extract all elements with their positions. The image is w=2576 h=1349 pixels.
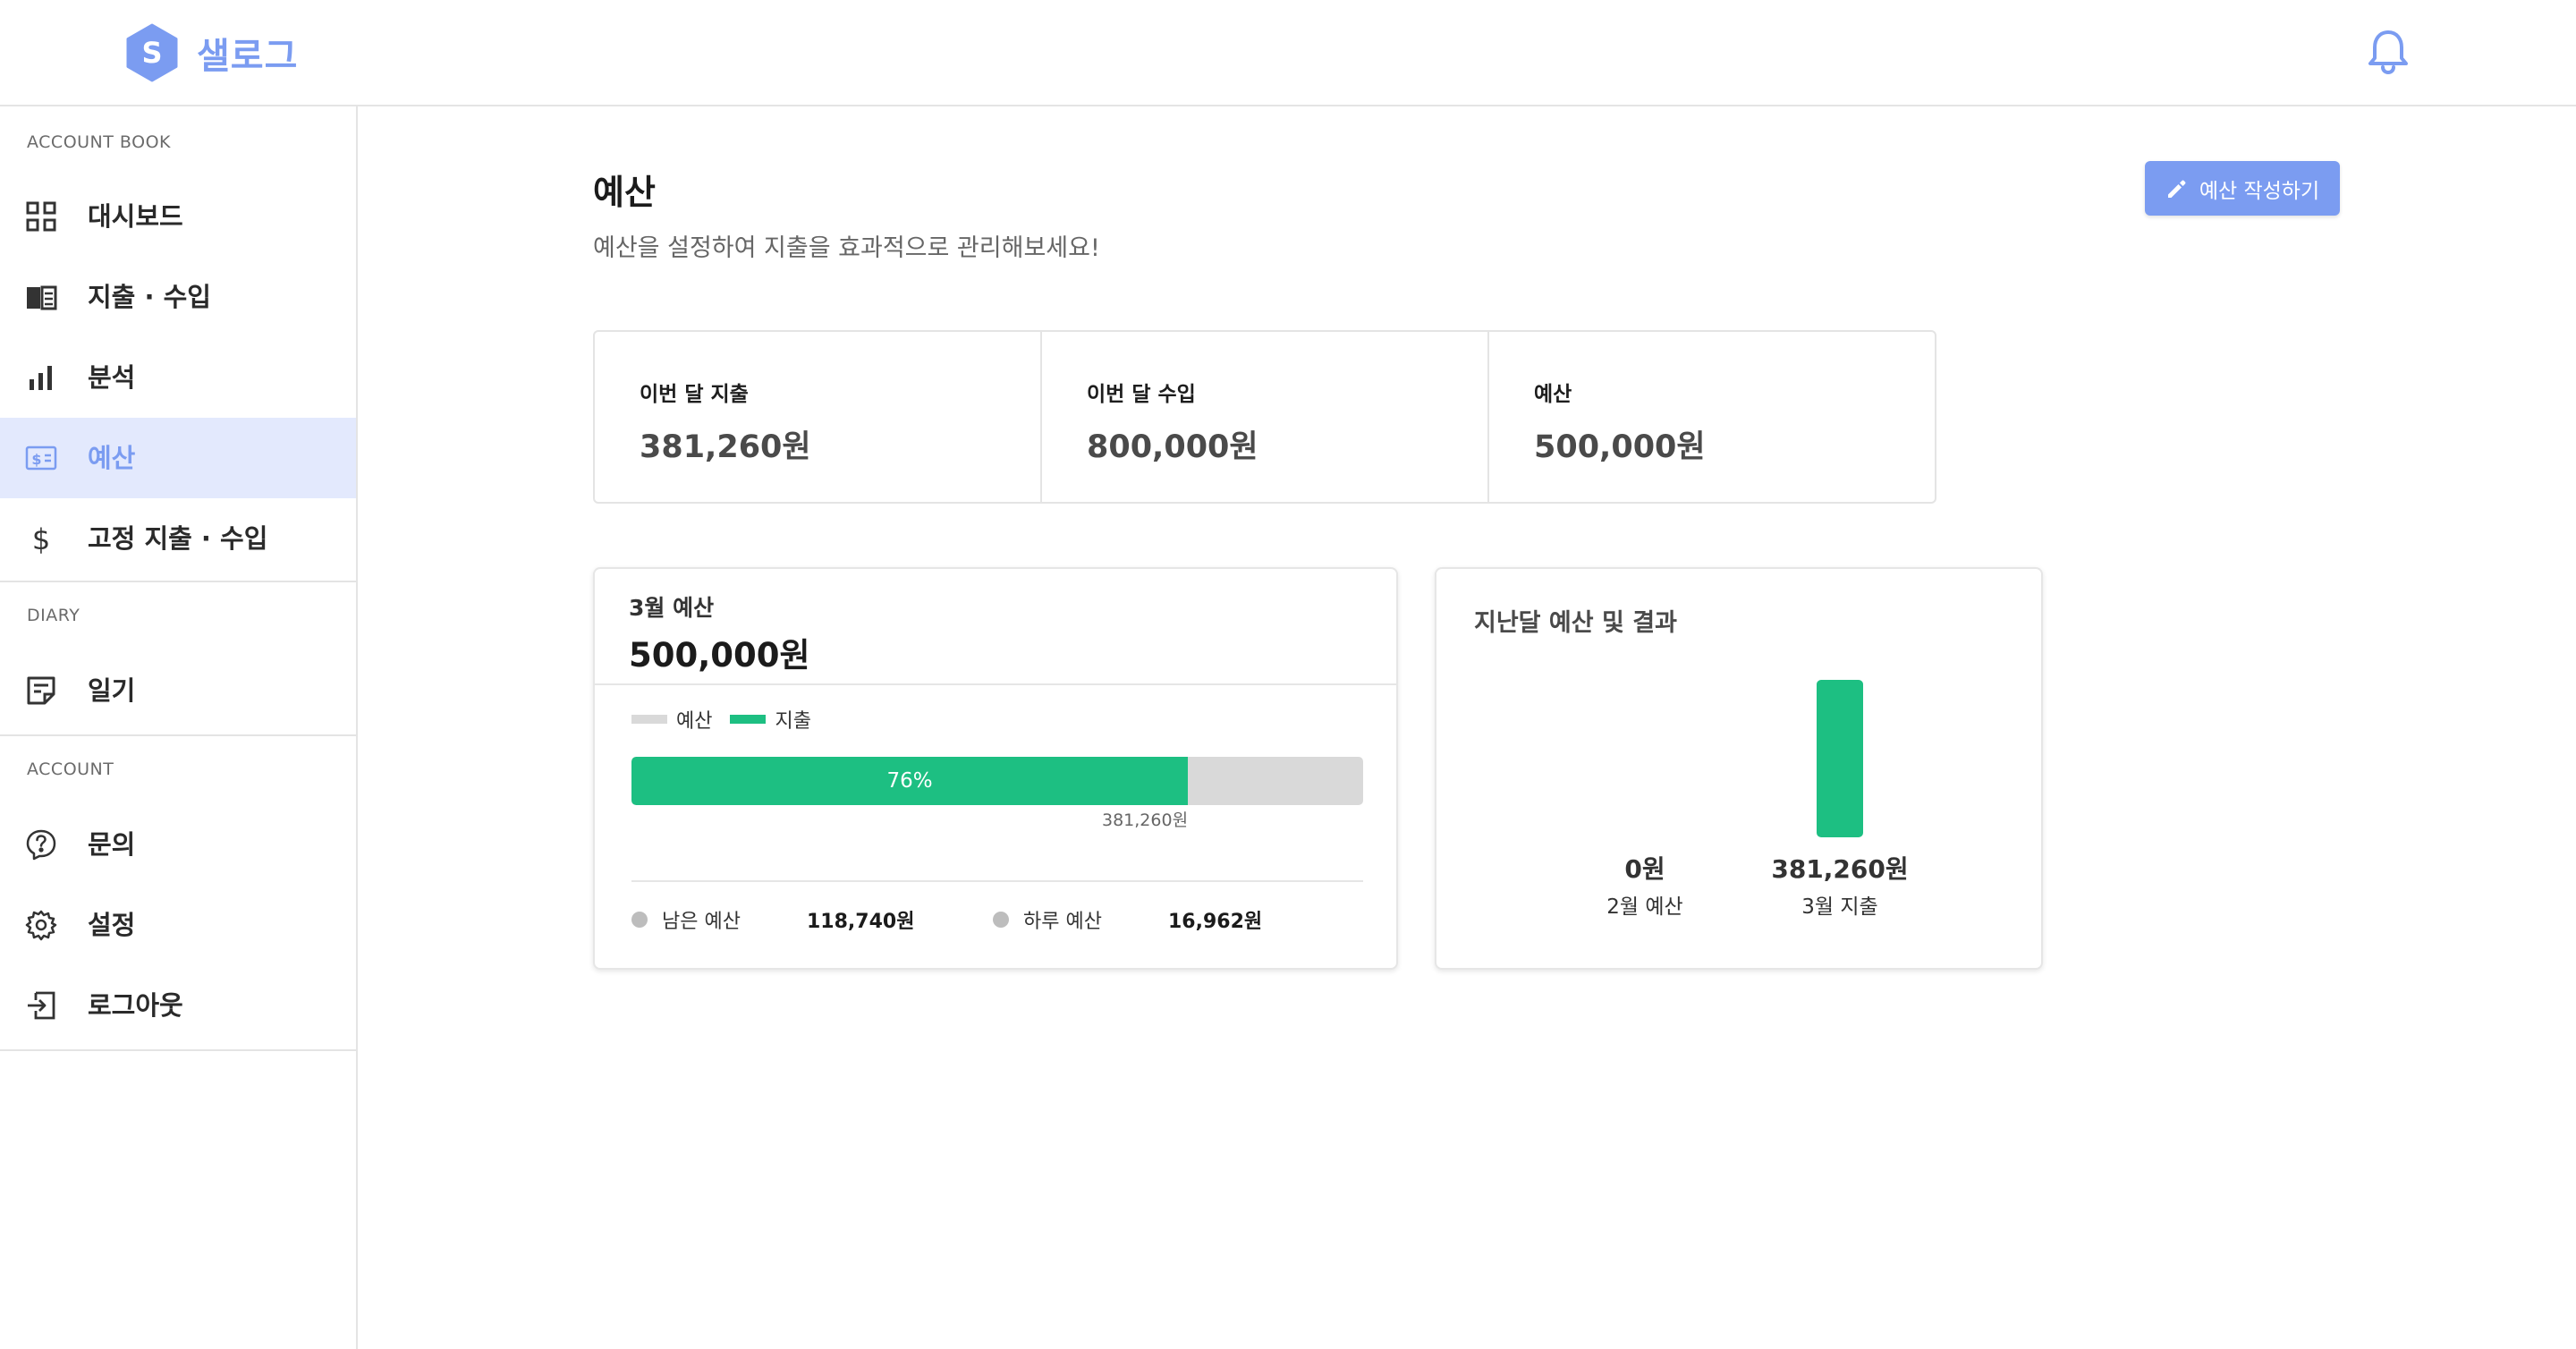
book-icon <box>27 285 57 310</box>
sidebar-item-label: 대시보드 <box>88 201 183 232</box>
sidebar-item-label: 로그아웃 <box>88 990 183 1021</box>
sidebar-item-label: 일기 <box>88 675 136 706</box>
brand-logo[interactable]: S 샐로그 <box>125 23 298 82</box>
sidebar-item-fixed-expense-income[interactable]: $ 고정 지출 · 수입 <box>0 498 356 579</box>
comparison-value: 381,260원 <box>1771 854 1909 884</box>
sidebar-section-diary: DIARY <box>27 606 80 625</box>
logo-letter: S <box>141 36 162 70</box>
bell-icon[interactable] <box>2363 27 2413 77</box>
daily-budget: 하루 예산 16,962원 <box>993 905 1262 934</box>
stat-value: 381,260원 <box>640 429 811 465</box>
page-subtitle: 예산을 설정하여 지출을 효과적으로 관리해보세요! <box>593 234 1100 262</box>
write-budget-button-label: 예산 작성하기 <box>2199 179 2320 203</box>
sidebar-item-label: 고정 지출 · 수입 <box>88 523 268 554</box>
sidebar-item-label: 분석 <box>88 362 136 393</box>
last-month-comparison-card: 지난달 예산 및 결과 0원 2월 예산 381,260원 3월 지출 <box>1435 567 2043 970</box>
pencil-icon <box>2167 180 2186 198</box>
sidebar-item-diary[interactable]: 일기 <box>0 650 356 731</box>
comparison-caption: 2월 예산 <box>1606 895 1683 919</box>
sidebar-item-analysis[interactable]: 분석 <box>0 337 356 418</box>
top-header: S 샐로그 <box>0 0 2576 106</box>
sidebar-item-label: 설정 <box>88 910 136 940</box>
budget-amount: 500,000원 <box>629 636 810 674</box>
spent-caption: 381,260원 <box>1102 810 1189 830</box>
comparison-title: 지난달 예산 및 결과 <box>1474 609 1677 637</box>
sidebar-item-inquiry[interactable]: 문의 <box>0 804 356 885</box>
budget-legend: 예산 지출 <box>631 705 829 734</box>
legend-swatch <box>631 715 667 724</box>
sidebar: ACCOUNT BOOK 대시보드 지출 · 수입 분석 $ 예산 $ 고정 지… <box>0 106 358 1349</box>
summary-label: 하루 예산 <box>1023 911 1102 933</box>
page-title: 예산 <box>593 173 656 212</box>
summary-value: 118,740원 <box>807 911 915 933</box>
stat-monthly-income: 이번 달 수입 800,000원 <box>1042 332 1489 502</box>
comparison-bar-mar-expense <box>1817 680 1863 837</box>
sidebar-section-account-book: ACCOUNT BOOK <box>27 132 171 152</box>
stat-value: 500,000원 <box>1534 429 1706 465</box>
dollar-icon: $ <box>32 522 50 555</box>
gear-icon <box>25 910 57 941</box>
stat-budget: 예산 500,000원 <box>1489 332 1935 502</box>
monthly-stats: 이번 달 지출 381,260원 이번 달 수입 800,000원 예산 500… <box>593 330 1936 504</box>
summary-label: 남은 예산 <box>662 911 741 933</box>
remaining-budget: 남은 예산 118,740원 <box>631 905 914 934</box>
sidebar-item-label: 지출 · 수입 <box>88 282 211 312</box>
sidebar-item-label: 문의 <box>88 829 136 860</box>
summary-value: 16,962원 <box>1168 911 1263 933</box>
budget-card-icon: $ <box>25 445 57 471</box>
budget-divider <box>631 880 1363 882</box>
sidebar-divider <box>0 1049 356 1051</box>
budget-progress-fill: 76% <box>631 757 1188 805</box>
comparison-caption: 3월 지출 <box>1801 895 1878 919</box>
legend-swatch <box>730 715 767 724</box>
stat-label: 이번 달 지출 <box>640 383 749 406</box>
write-budget-button[interactable]: 예산 작성하기 <box>2145 161 2340 216</box>
note-icon <box>27 676 55 705</box>
legend-item-expense: 지출 <box>730 705 811 734</box>
stat-value: 800,000원 <box>1087 429 1258 465</box>
summary-dot <box>631 912 648 928</box>
svg-text:$: $ <box>32 522 50 555</box>
bar-chart-icon <box>30 366 52 390</box>
budget-card: 3월 예산 500,000원 예산 지출 76% 381,260원 남은 예산 … <box>593 567 1398 970</box>
stat-label: 이번 달 수입 <box>1087 383 1196 406</box>
logout-icon <box>28 991 55 1020</box>
sidebar-divider <box>0 581 356 582</box>
summary-dot <box>993 912 1009 928</box>
brand-name: 샐로그 <box>197 36 299 77</box>
legend-label: 예산 <box>676 710 713 733</box>
budget-card-header: 3월 예산 500,000원 <box>595 569 1396 685</box>
comparison-value: 0원 <box>1624 854 1665 884</box>
dashboard-grid-icon <box>26 201 56 232</box>
stat-monthly-expense: 이번 달 지출 381,260원 <box>595 332 1042 502</box>
sidebar-item-budget[interactable]: $ 예산 <box>0 418 356 498</box>
sidebar-item-expense-income[interactable]: 지출 · 수입 <box>0 257 356 337</box>
sidebar-item-settings[interactable]: 설정 <box>0 885 356 965</box>
budget-month-label: 3월 예산 <box>629 595 715 621</box>
sidebar-item-dashboard[interactable]: 대시보드 <box>0 176 356 257</box>
legend-item-budget: 예산 <box>631 705 712 734</box>
svg-text:$: $ <box>31 451 41 468</box>
logo-hexagon-icon: S <box>126 23 178 82</box>
sidebar-item-logout[interactable]: 로그아웃 <box>0 965 356 1046</box>
stat-label: 예산 <box>1534 383 1572 406</box>
sidebar-divider <box>0 734 356 736</box>
legend-label: 지출 <box>775 710 811 733</box>
budget-progress-track: 76% <box>631 757 1363 805</box>
sidebar-section-account: ACCOUNT <box>27 759 114 779</box>
progress-percent-label: 76% <box>886 769 933 793</box>
sidebar-item-label: 예산 <box>88 443 136 473</box>
question-icon <box>26 829 56 861</box>
